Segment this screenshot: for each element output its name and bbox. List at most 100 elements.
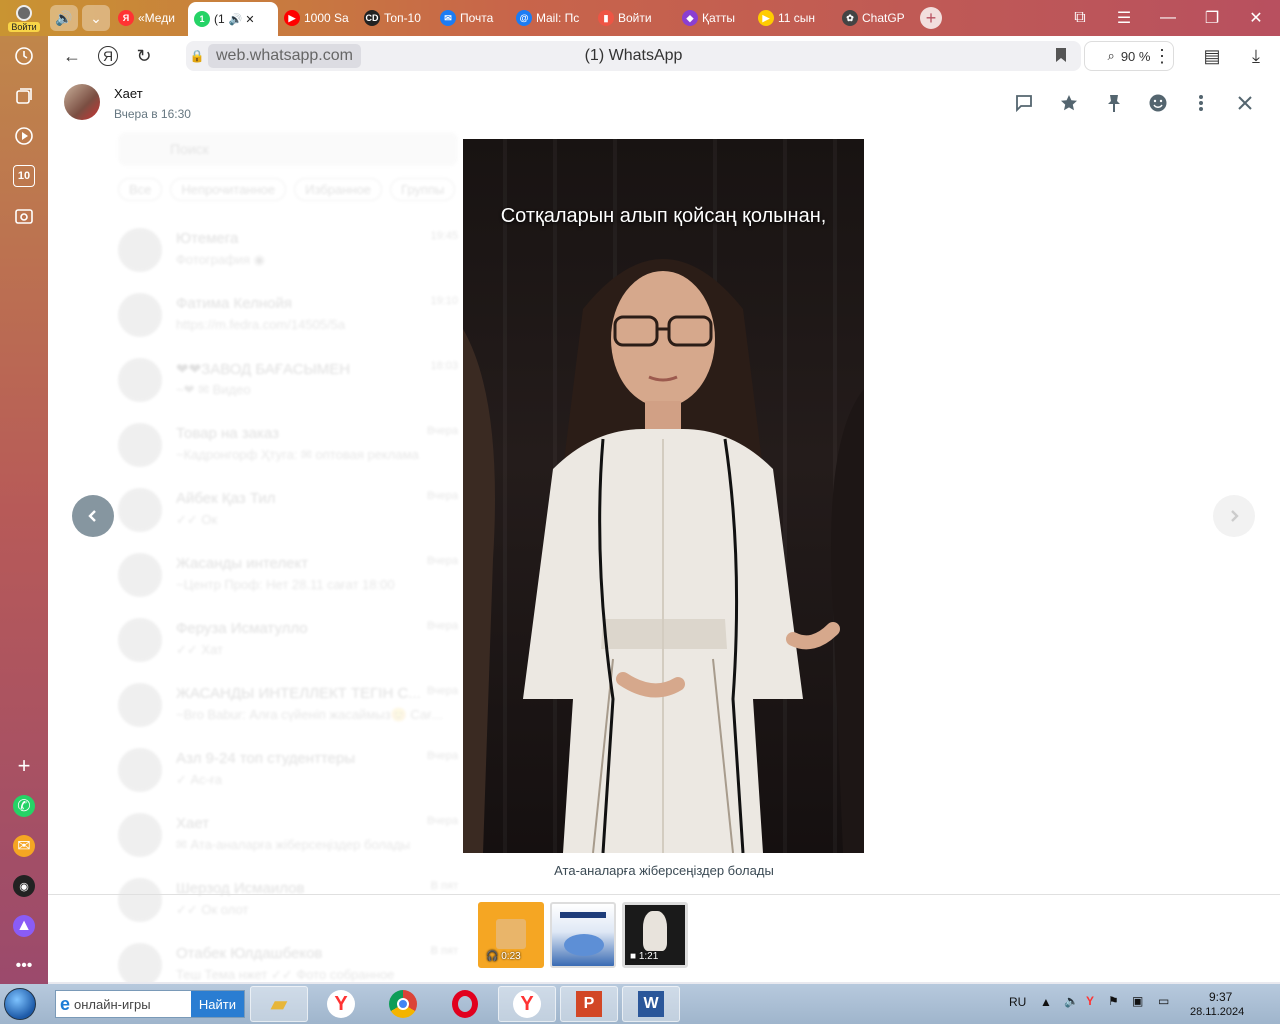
thumb-video[interactable]: ■ 1:21 [622, 902, 688, 968]
chat-list-item: Отабек Юлдашбеков Теш Тема нжет ✓✓ Фото с… [118, 935, 458, 982]
profile-avatar-icon [16, 4, 32, 21]
chat-search: Поиск [118, 132, 458, 166]
back-arrow-icon[interactable]: ← [54, 38, 90, 74]
taskbar-search-input[interactable]: онлайн-игры [70, 997, 191, 1012]
menu-icon[interactable]: ☰ [1104, 0, 1144, 36]
chrome-app[interactable] [374, 986, 432, 1022]
more-icon[interactable]: ••• [13, 955, 35, 977]
mail-icon[interactable]: ✉ [13, 835, 35, 857]
profile-label: Войти [8, 21, 40, 32]
tab-collections-icon[interactable]: ⧉ [1060, 0, 1100, 36]
whatsapp-icon[interactable]: ✆ [13, 795, 35, 817]
url-field[interactable]: 🔒 web.whatsapp.com (1) WhatsApp [186, 41, 1081, 71]
powerpoint-icon: P [576, 991, 602, 1017]
reader-mode-icon[interactable]: ▤ [1194, 38, 1230, 74]
chat-last-message: ✓✓ Ок олот [176, 902, 249, 917]
reply-icon[interactable] [1011, 90, 1037, 116]
video-player[interactable]: Сотқаларын алып қойсаң қолынан, [463, 139, 864, 853]
clock-date[interactable]: 28.11.2024 [1190, 1006, 1244, 1018]
chat-last-message: https://m.fedra.com/14505/5a [176, 317, 346, 332]
explorer-app[interactable]: ▰ [250, 986, 308, 1022]
emoji-react-icon[interactable] [1145, 90, 1171, 116]
contact-avatar[interactable] [64, 84, 100, 120]
new-tab-button[interactable]: + [920, 7, 942, 29]
language-indicator[interactable]: RU [1009, 995, 1026, 1009]
reload-icon[interactable]: ↻ [126, 38, 162, 74]
chat-filters: Все Непрочитанное Избранное Группы [118, 178, 456, 201]
taskbar-search-button[interactable]: Найти [190, 991, 244, 1017]
chat-name: Хает [176, 815, 210, 832]
contact-name: Хает [114, 86, 143, 101]
browser-tab[interactable]: ▶ 11 сын [752, 3, 836, 33]
chat-name: Феруза Исматулло [176, 620, 308, 637]
chat-name: Азл 9-24 топ студенттеры [176, 750, 356, 767]
browser-sidebar: 10 + ✆ ✉ ◉ ▲ ••• [0, 36, 48, 986]
browser-tab[interactable]: 1 (1 🔊 ✕ [188, 2, 278, 36]
chat-avatar [118, 813, 162, 857]
browser-tab[interactable]: Я «Меди [112, 3, 188, 33]
monitor-icon[interactable]: ▭ [1158, 994, 1169, 1008]
network-icon[interactable]: ▣ [1132, 994, 1143, 1008]
opera-app[interactable] [436, 986, 494, 1022]
thumb-image[interactable] [550, 902, 616, 968]
chat-last-message: ~Кадронгорф Ҳтуга: ✉ оптовая реклама [176, 447, 419, 462]
whatsapp-web: Поиск Все Непрочитанное Избранное Группы Ют… [48, 76, 1280, 982]
tab-close-icon[interactable]: 🔊 ✕ [229, 13, 255, 26]
close-viewer-icon[interactable] [1232, 90, 1258, 116]
browser-tab[interactable]: ◆ Қатты [676, 3, 752, 33]
profile-button[interactable]: Войти [0, 0, 48, 36]
yandex-app[interactable]: Y [498, 986, 556, 1022]
chat-list-item: Хает ✉ Ата-аналарға жіберсеңіздер болады В… [118, 805, 458, 865]
next-media-button[interactable] [1213, 495, 1255, 537]
collections-icon[interactable] [13, 85, 35, 107]
powerpoint-app[interactable]: P [560, 986, 618, 1022]
bookmark-icon[interactable] [1055, 47, 1067, 66]
top10-icon[interactable]: 10 [13, 165, 35, 187]
pin-icon[interactable] [1101, 90, 1127, 116]
word-app[interactable]: W [622, 986, 680, 1022]
tab-favicon-icon: ▮ [598, 10, 614, 26]
tab-label: 1000 Sa [304, 11, 349, 25]
yandex-logo-icon[interactable]: Я [90, 38, 126, 74]
thumb-audio[interactable]: 🎧 0:23 [478, 902, 544, 968]
chat-avatar [118, 553, 162, 597]
menu-dots-icon[interactable] [1188, 90, 1214, 116]
browser-tab[interactable]: @ Mail: Пс [510, 3, 592, 33]
chevron-down-icon[interactable]: ⌄ [82, 5, 110, 31]
close-window-button[interactable]: ✕ [1236, 0, 1276, 36]
chat-avatar [118, 358, 162, 402]
video-play-icon[interactable] [13, 125, 35, 147]
chat-avatar [118, 943, 162, 982]
volume-icon[interactable]: 🔈 [1064, 994, 1079, 1008]
star-icon[interactable] [1056, 90, 1082, 116]
minimize-button[interactable]: — [1148, 0, 1188, 36]
clock-time[interactable]: 9:37 [1209, 990, 1232, 1004]
screenshot-icon[interactable] [13, 205, 35, 227]
add-panel-icon[interactable]: + [13, 753, 35, 778]
chat-list-item: Азл 9-24 топ студенттеры ✓ Ас-ға Вчера [118, 740, 458, 800]
chat-list-item: Шерзод Исмаилов ✓✓ Ок олот В пят [118, 870, 458, 930]
browser-tab[interactable]: ✿ ChatGP [836, 3, 914, 33]
alice-assistant-icon[interactable]: ▲ [13, 915, 35, 937]
browser-tab[interactable]: ✉ Почта [434, 3, 510, 33]
tray-expand-icon[interactable]: ▲ [1040, 995, 1052, 1009]
history-icon[interactable] [13, 45, 35, 67]
music-icon[interactable]: ◉ [13, 875, 35, 897]
yandex-tray-icon[interactable]: Y [1086, 994, 1094, 1008]
more-vertical-icon[interactable]: ⋮ [1144, 38, 1180, 74]
download-icon[interactable]: ⤓ [1238, 38, 1274, 74]
chat-avatar [118, 293, 162, 337]
prev-media-button[interactable] [72, 495, 114, 537]
speaker-icon[interactable]: 🔊 [50, 5, 78, 31]
yandex-y-icon: Y [327, 990, 355, 1018]
start-button[interactable] [0, 984, 40, 1024]
flag-icon[interactable]: ⚑ [1108, 994, 1119, 1008]
browser-tab[interactable]: CD Топ-10 [358, 3, 434, 33]
browser-tab[interactable]: ▶ 1000 Sa [278, 3, 358, 33]
yandex-browser-app[interactable]: Y [312, 986, 370, 1022]
lock-icon[interactable]: 🔒 [186, 49, 208, 63]
video-camera-icon: ■ [630, 951, 637, 962]
chat-time: Вчера [426, 685, 458, 697]
browser-tab[interactable]: ▮ Войти [592, 3, 676, 33]
restore-button[interactable]: ❐ [1192, 0, 1232, 36]
